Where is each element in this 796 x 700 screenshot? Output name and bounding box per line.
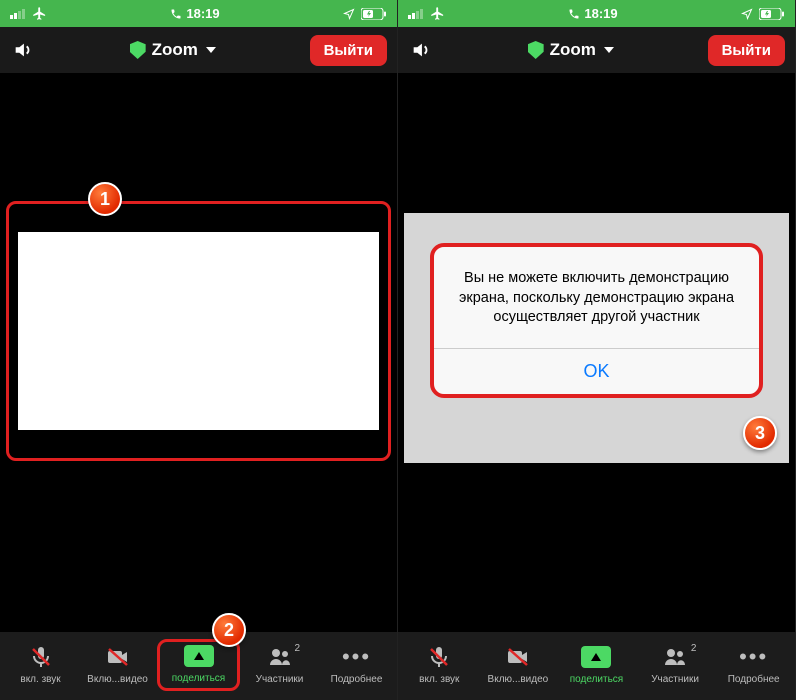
tool-participants[interactable]: 2 Участники <box>636 645 715 685</box>
tool-more[interactable]: ••• Подробнее <box>714 645 793 685</box>
battery-icon <box>759 8 785 20</box>
airplane-icon <box>32 6 47 21</box>
tool-more[interactable]: ••• Подробнее <box>318 645 395 685</box>
status-time: 18:19 <box>186 6 219 21</box>
speaker-icon[interactable] <box>408 39 434 61</box>
phone-right: 18:19 Zoom Выйти Вы не можете включить д… <box>398 0 796 700</box>
chevron-down-icon <box>206 47 216 53</box>
tool-audio[interactable]: вкл. звук <box>400 645 479 685</box>
signal-icon <box>10 8 26 19</box>
shield-icon <box>528 41 544 59</box>
dialog-ok-button[interactable]: OK <box>434 348 759 394</box>
meeting-title[interactable]: Zoom <box>130 40 216 60</box>
tool-share-label: поделиться <box>570 674 623 685</box>
shared-screen-frame[interactable] <box>6 201 391 461</box>
share-icon <box>581 645 611 669</box>
error-dialog: Вы не можете включить демонстрацию экран… <box>430 243 763 398</box>
tool-share[interactable]: поделиться <box>557 645 636 685</box>
chevron-down-icon <box>604 47 614 53</box>
tool-more-label: Подробнее <box>331 674 383 685</box>
handset-icon <box>568 8 580 20</box>
camera-off-icon <box>505 645 531 669</box>
battery-icon <box>361 8 387 20</box>
phone-left: 18:19 Zoom Выйти <box>0 0 398 700</box>
shared-screen-content <box>18 232 378 430</box>
more-icon: ••• <box>342 645 371 669</box>
signal-icon <box>408 8 424 19</box>
leave-button[interactable]: Выйти <box>310 35 387 66</box>
location-icon <box>741 8 753 20</box>
participants-icon <box>661 645 689 669</box>
meeting-title[interactable]: Zoom <box>528 40 614 60</box>
tool-video-label: Вклю...видео <box>488 674 549 685</box>
participants-count: 2 <box>294 643 300 654</box>
mic-muted-icon <box>29 645 53 669</box>
callout-2: 2 <box>212 613 246 647</box>
tool-video[interactable]: Вклю...видео <box>79 645 156 685</box>
tool-video[interactable]: Вклю...видео <box>479 645 558 685</box>
more-icon: ••• <box>739 645 768 669</box>
bottom-toolbar: вкл. звук Вклю...видео поделиться 2 Учас… <box>398 632 795 700</box>
tool-video-label: Вклю...видео <box>87 674 148 685</box>
tool-more-label: Подробнее <box>728 674 780 685</box>
app-header: Zoom Выйти <box>0 27 397 73</box>
tool-audio-label: вкл. звук <box>419 674 459 685</box>
tool-audio[interactable]: вкл. звук <box>2 645 79 685</box>
status-time: 18:19 <box>584 6 617 21</box>
status-bar: 18:19 <box>398 0 795 27</box>
participants-icon <box>266 645 294 669</box>
tool-participants-label: Участники <box>256 674 304 685</box>
title-text: Zoom <box>152 40 198 60</box>
video-area: Вы не можете включить демонстрацию экран… <box>398 73 795 632</box>
mic-muted-icon <box>427 645 451 669</box>
status-bar: 18:19 <box>0 0 397 27</box>
app-header: Zoom Выйти <box>398 27 795 73</box>
video-area <box>0 73 397 632</box>
dialog-message: Вы не можете включить демонстрацию экран… <box>434 247 759 348</box>
bottom-toolbar: вкл. звук Вклю...видео поделиться 2 Учас… <box>0 632 397 700</box>
callout-1: 1 <box>88 182 122 216</box>
leave-button[interactable]: Выйти <box>708 35 785 66</box>
share-icon <box>184 644 214 668</box>
title-text: Zoom <box>550 40 596 60</box>
tool-audio-label: вкл. звук <box>20 674 60 685</box>
shield-icon <box>130 41 146 59</box>
tool-participants[interactable]: 2 Участники <box>241 645 318 685</box>
speaker-icon[interactable] <box>10 39 36 61</box>
location-icon <box>343 8 355 20</box>
camera-off-icon <box>105 645 131 669</box>
tool-share-label: поделиться <box>172 673 225 684</box>
tool-participants-label: Участники <box>651 674 699 685</box>
airplane-icon <box>430 6 445 21</box>
callout-3: 3 <box>743 416 777 450</box>
participants-count: 2 <box>691 643 697 654</box>
handset-icon <box>170 8 182 20</box>
